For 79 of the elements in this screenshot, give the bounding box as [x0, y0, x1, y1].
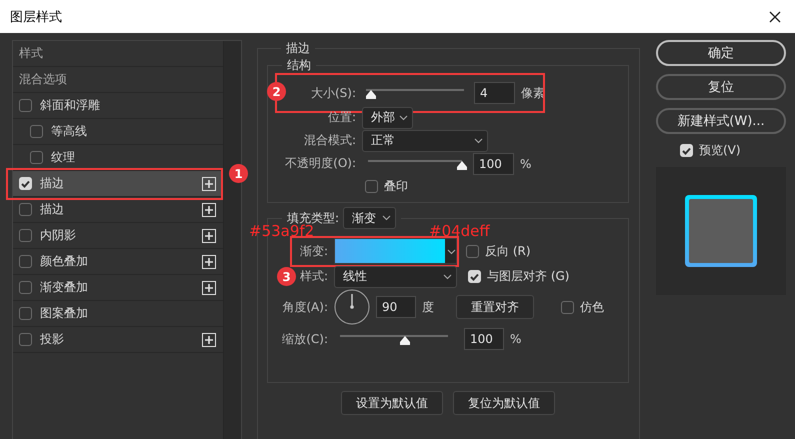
unit-label: 度 [422, 298, 434, 316]
checkbox-label: 仿色 [580, 298, 604, 316]
add-icon[interactable] [202, 255, 216, 269]
checkbox-label: 预览(V) [699, 142, 741, 159]
checkbox[interactable] [365, 180, 378, 193]
blend-mode-dropdown[interactable]: 正常 [362, 130, 488, 152]
close-icon[interactable] [769, 10, 781, 22]
slider-thumb[interactable] [456, 160, 468, 170]
reset-align-button[interactable]: 重置对齐 [456, 295, 534, 319]
chevron-icon [399, 114, 408, 120]
chevron-icon [443, 274, 452, 280]
style-list-item[interactable]: 投影 [13, 327, 223, 353]
color-note: #04deff [429, 222, 490, 240]
checkbox[interactable] [30, 125, 43, 138]
field-label: 大小(S): [310, 84, 357, 102]
dialog-button[interactable]: 复位 [656, 74, 786, 100]
checkbox[interactable] [19, 333, 32, 346]
slider-thumb[interactable] [398, 336, 411, 345]
checkbox[interactable] [19, 255, 32, 268]
add-icon[interactable] [202, 281, 216, 295]
slider-thumb[interactable] [364, 90, 377, 99]
default-button[interactable]: 设置为默认值 [341, 391, 443, 415]
style-list-item[interactable]: 图案叠加 [13, 301, 223, 327]
style-list-item[interactable]: 内阴影 [13, 223, 223, 249]
preview-swatch [685, 195, 757, 267]
chevron-icon [474, 138, 483, 144]
position-dropdown[interactable]: 外部 [362, 106, 413, 128]
angle-field[interactable]: 90 [376, 296, 416, 318]
style-list-item[interactable]: 描边 [13, 197, 223, 223]
opacity-field[interactable]: 100 [473, 152, 514, 174]
style-list-item[interactable]: 颜色叠加 [13, 249, 223, 275]
checkbox[interactable] [466, 244, 479, 258]
chevron-icon [447, 249, 456, 255]
angle-dial-icon[interactable] [334, 289, 370, 325]
checkbox-label: 叠印 [384, 178, 408, 195]
size-field[interactable]: 4 [474, 82, 515, 104]
group-title: 结构 [286, 57, 312, 74]
field-label: 样式: [298, 268, 329, 285]
dialog-button[interactable]: 确定 [656, 40, 786, 66]
group-title: 描边 [285, 40, 311, 57]
gradient-picker[interactable] [334, 238, 457, 264]
checkbox[interactable] [19, 99, 32, 112]
checkbox-label: 与图层对齐 (G) [487, 268, 570, 285]
scale-field[interactable]: 100 [464, 328, 504, 350]
window-title: 图层样式 [10, 8, 62, 26]
dialog-button[interactable]: 新建样式(W)... [656, 108, 786, 134]
add-icon[interactable] [202, 333, 216, 347]
style-list-item[interactable]: 斜面和浮雕 [13, 93, 223, 119]
unit-label: % [510, 332, 522, 346]
gradient-swatch[interactable] [335, 239, 445, 263]
callout-badge: 3 [277, 267, 296, 286]
field-label: 填充类型: [287, 210, 340, 224]
field-label: 渐变: [298, 242, 329, 260]
field-label: 位置: [326, 109, 357, 126]
checkbox-label: 反向 (R) [485, 242, 531, 260]
field-label: 不透明度(O): [284, 155, 357, 172]
style-list-item[interactable]: 样式 [13, 41, 223, 67]
checkbox[interactable] [19, 203, 32, 216]
default-button[interactable]: 复位为默认值 [453, 391, 555, 415]
unit-label: % [520, 156, 532, 170]
chevron-icon [382, 215, 392, 221]
style-dropdown[interactable]: 线性 [334, 266, 457, 288]
style-list-item[interactable]: 渐变叠加 [13, 275, 223, 301]
callout-badge: 2 [267, 82, 286, 101]
style-list-item[interactable]: 混合选项 [13, 67, 223, 93]
checkbox[interactable] [19, 229, 32, 242]
add-icon[interactable] [202, 177, 216, 191]
checkbox[interactable] [19, 281, 32, 294]
style-list-item[interactable]: 等高线 [13, 119, 223, 145]
field-label: 混合模式: [302, 132, 357, 149]
field-label: 缩放(C): [281, 330, 329, 348]
checkbox[interactable] [561, 300, 574, 314]
add-icon[interactable] [202, 203, 216, 217]
add-icon[interactable] [202, 229, 216, 243]
checkbox[interactable] [30, 151, 43, 164]
field-label: 角度(A): [281, 298, 329, 316]
fill-type-dropdown[interactable]: 渐变 [343, 207, 396, 229]
checkbox[interactable] [19, 307, 32, 320]
callout-badge: 1 [229, 164, 248, 183]
